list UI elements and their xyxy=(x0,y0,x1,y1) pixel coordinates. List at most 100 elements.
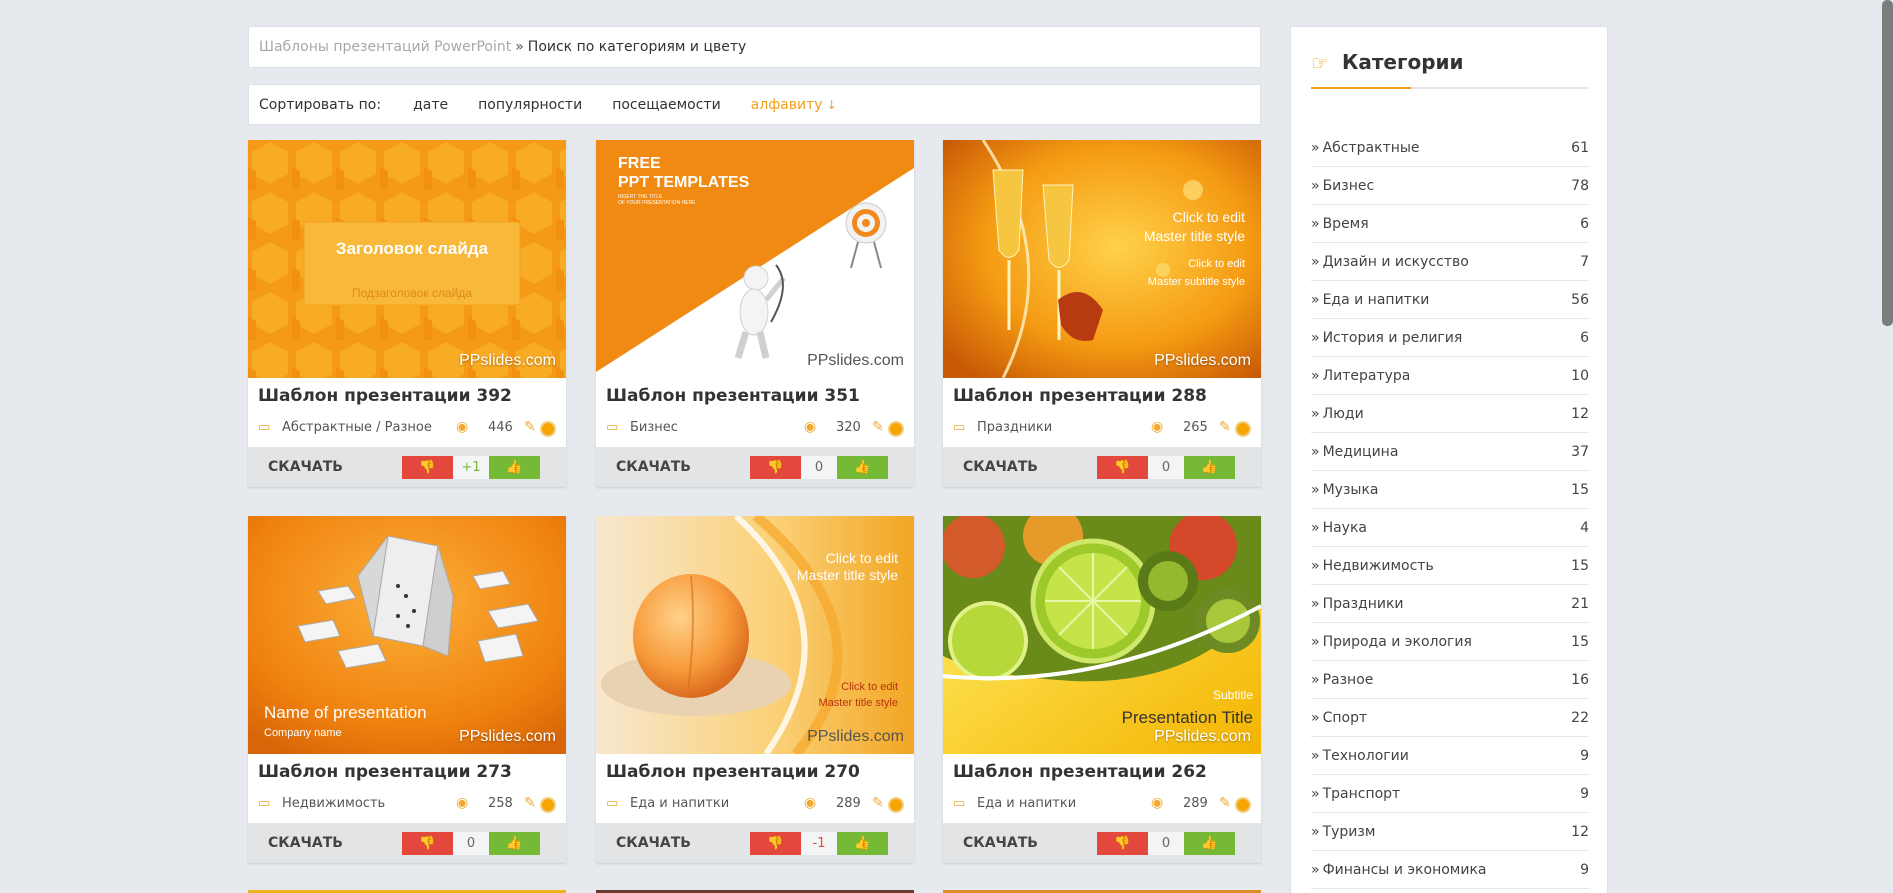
thumb-text-click-edit-sub: Click to edit xyxy=(1188,258,1245,270)
template-category-link[interactable]: Бизнес xyxy=(630,420,678,435)
like-button[interactable]: 👍 xyxy=(1184,832,1235,855)
category-name: Еда и напитки xyxy=(1311,292,1430,308)
paint-brush-icon: ✎ xyxy=(872,419,884,435)
dislike-button[interactable]: 👎 xyxy=(402,456,453,479)
template-category-link[interactable]: Абстрактные / Разное xyxy=(282,420,432,435)
category-item[interactable]: История и религия 6 xyxy=(1311,319,1589,357)
category-item[interactable]: Школьные29 xyxy=(1311,889,1589,893)
template-thumbnail[interactable]: Name of presentation Company name PPslid… xyxy=(248,516,566,754)
template-title[interactable]: Шаблон презентации 351 xyxy=(606,386,860,406)
folder-open-icon: ▭ xyxy=(606,420,619,435)
breadcrumb-home-link[interactable]: Шаблоны презентаций PowerPoint xyxy=(259,39,511,55)
download-button[interactable]: СКАЧАТЬ xyxy=(963,835,1038,851)
category-item[interactable]: Туризм 12 xyxy=(1311,813,1589,851)
category-item[interactable]: Медицина 37 xyxy=(1311,433,1589,471)
category-count: 15 xyxy=(1571,481,1589,498)
template-category-link[interactable]: Праздники xyxy=(977,420,1052,435)
category-item[interactable]: Разное 16 xyxy=(1311,661,1589,699)
category-item[interactable]: Финансы и экономика 9 xyxy=(1311,851,1589,889)
paint-brush-icon: ✎ xyxy=(1219,795,1231,811)
category-item[interactable]: Праздники 21 xyxy=(1311,585,1589,623)
category-name: Музыка xyxy=(1311,482,1379,498)
category-item[interactable]: Дизайн и искусство 7 xyxy=(1311,243,1589,281)
category-item[interactable]: Литература 10 xyxy=(1311,357,1589,395)
color-swatch[interactable] xyxy=(1235,797,1251,813)
color-swatch[interactable] xyxy=(540,797,556,813)
category-count: 37 xyxy=(1571,443,1589,460)
dislike-button[interactable]: 👎 xyxy=(750,456,801,479)
template-title[interactable]: Шаблон презентации 392 xyxy=(258,386,512,406)
eye-icon: ◉ xyxy=(456,795,469,811)
like-button[interactable]: 👍 xyxy=(837,832,888,855)
category-item[interactable]: Бизнес 78 xyxy=(1311,167,1589,205)
template-title[interactable]: Шаблон презентации 288 xyxy=(953,386,1207,406)
thumb-text-free: FREE xyxy=(618,155,661,172)
category-item[interactable]: Транспорт 9 xyxy=(1311,775,1589,813)
dislike-button[interactable]: 👎 xyxy=(402,832,453,855)
sort-by-alphabet[interactable]: алфавиту ↓ xyxy=(751,97,837,113)
like-button[interactable]: 👍 xyxy=(1184,456,1235,479)
eye-icon: ◉ xyxy=(804,795,817,811)
template-category-link[interactable]: Еда и напитки xyxy=(977,796,1076,811)
download-button[interactable]: СКАЧАТЬ xyxy=(268,459,343,475)
like-button[interactable]: 👍 xyxy=(837,456,888,479)
color-swatch[interactable] xyxy=(888,421,904,437)
category-item[interactable]: Время 6 xyxy=(1311,205,1589,243)
thumb-text-master-title: Master title style xyxy=(1144,228,1245,244)
folder-open-icon: ▭ xyxy=(953,420,966,435)
category-count: 21 xyxy=(1571,595,1589,612)
thumb-text-ppt-templates: PPT TEMPLATES xyxy=(618,174,750,191)
scrollbar-thumb[interactable] xyxy=(1882,0,1893,326)
template-thumbnail[interactable]: Click to edit Master title style Click t… xyxy=(596,516,914,754)
category-item[interactable]: Технологии 9 xyxy=(1311,737,1589,775)
template-thumbnail[interactable]: Subtitle Presentation Title PPslides.com xyxy=(943,516,1261,754)
category-item[interactable]: Еда и напитки 56 xyxy=(1311,281,1589,319)
download-button[interactable]: СКАЧАТЬ xyxy=(268,835,343,851)
template-title[interactable]: Шаблон презентации 270 xyxy=(606,762,860,782)
category-count: 4 xyxy=(1580,519,1589,536)
category-item[interactable]: Спорт 22 xyxy=(1311,699,1589,737)
sort-by-date[interactable]: дате xyxy=(413,97,448,113)
dislike-button[interactable]: 👎 xyxy=(1097,456,1148,479)
like-button[interactable]: 👍 xyxy=(489,456,540,479)
sidebar-title: Категории xyxy=(1342,50,1464,74)
watermark-text: PPslides.com xyxy=(807,728,904,745)
category-name: Туризм xyxy=(1311,824,1376,840)
vote-score: 0 xyxy=(1148,456,1184,479)
color-swatch[interactable] xyxy=(1235,421,1251,437)
paint-brush-icon: ✎ xyxy=(524,419,536,435)
folder-open-icon: ▭ xyxy=(258,796,271,811)
thumbnail-image-champagne: Click to edit Master title style Click t… xyxy=(943,140,1261,378)
category-count: 15 xyxy=(1571,633,1589,650)
download-button[interactable]: СКАЧАТЬ xyxy=(963,459,1038,475)
category-item[interactable]: Музыка 15 xyxy=(1311,471,1589,509)
template-title[interactable]: Шаблон презентации 273 xyxy=(258,762,512,782)
sort-by-visits[interactable]: посещаемости xyxy=(612,97,721,113)
thumbs-up-icon: 👍 xyxy=(1201,836,1218,851)
dislike-button[interactable]: 👎 xyxy=(750,832,801,855)
download-button[interactable]: СКАЧАТЬ xyxy=(616,459,691,475)
template-thumbnail[interactable]: FREE PPT TEMPLATES INSERT THE TITLE OF Y… xyxy=(596,140,914,378)
category-item[interactable]: Наука 4 xyxy=(1311,509,1589,547)
thumb-text-master-subtitle: Master subtitle style xyxy=(1148,276,1245,288)
category-item[interactable]: Люди 12 xyxy=(1311,395,1589,433)
template-thumbnail[interactable]: Заголовок слайда Подзаголовок слайда PPs… xyxy=(248,140,566,378)
thumbnail-image-house-of-cards: Name of presentation Company name xyxy=(248,516,566,754)
sort-by-popularity[interactable]: популярности xyxy=(478,97,582,113)
template-thumbnail[interactable]: Click to edit Master title style Click t… xyxy=(943,140,1261,378)
color-swatch[interactable] xyxy=(540,421,556,437)
category-count: 9 xyxy=(1580,785,1589,802)
eye-icon: ◉ xyxy=(804,419,817,435)
view-count: 289 xyxy=(836,796,861,811)
dislike-button[interactable]: 👎 xyxy=(1097,832,1148,855)
template-title[interactable]: Шаблон презентации 262 xyxy=(953,762,1207,782)
template-category-link[interactable]: Недвижимость xyxy=(282,796,385,811)
download-button[interactable]: СКАЧАТЬ xyxy=(616,835,691,851)
category-item[interactable]: Абстрактные 61 xyxy=(1311,129,1589,167)
category-item[interactable]: Недвижимость 15 xyxy=(1311,547,1589,585)
category-item[interactable]: Природа и экология 15 xyxy=(1311,623,1589,661)
template-category-link[interactable]: Еда и напитки xyxy=(630,796,729,811)
like-button[interactable]: 👍 xyxy=(489,832,540,855)
color-swatch[interactable] xyxy=(888,797,904,813)
view-count: 258 xyxy=(488,796,513,811)
